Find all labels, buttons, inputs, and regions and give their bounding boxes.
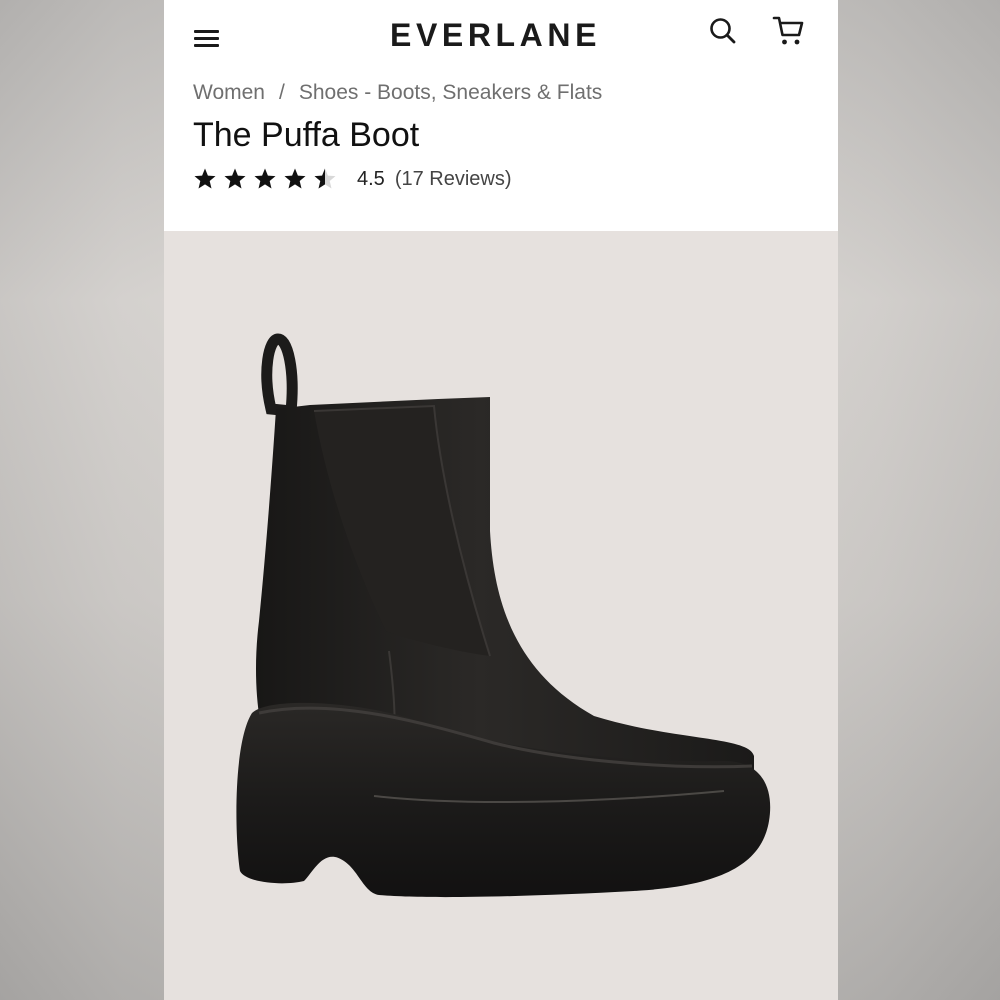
hamburger-menu-icon xyxy=(194,30,219,33)
boot-image xyxy=(236,333,771,898)
search-icon xyxy=(710,18,736,44)
product-image[interactable] xyxy=(164,231,838,1000)
blurred-background-right xyxy=(838,0,1000,1000)
search-button[interactable] xyxy=(709,17,737,45)
breadcrumb: Women / Shoes - Boots, Sneakers & Flats xyxy=(193,80,602,106)
star-full-icon xyxy=(284,168,306,189)
product-title: The Puffa Boot xyxy=(193,116,420,154)
star-full-icon xyxy=(194,168,216,189)
breadcrumb-item-shoes[interactable]: Shoes - Boots, Sneakers & Flats xyxy=(299,81,602,105)
brand-logo[interactable]: EVERLANE xyxy=(390,16,626,54)
rating-value: 4.5 xyxy=(357,167,385,190)
star-half-icon xyxy=(314,168,336,189)
review-count-link[interactable]: (17 Reviews) xyxy=(395,168,512,191)
product-rating[interactable]: 4.5 (17 Reviews) xyxy=(193,166,512,192)
star-full-icon xyxy=(224,168,246,189)
page-header: EVERLANE Women / Shoes - Boots, Sneakers… xyxy=(164,0,838,231)
breadcrumb-separator: / xyxy=(278,81,285,104)
cart-button[interactable] xyxy=(772,15,806,47)
star-rating xyxy=(193,167,343,191)
blurred-background-left xyxy=(0,0,164,1000)
star-full-icon xyxy=(254,168,276,189)
menu-button[interactable] xyxy=(194,28,220,50)
cart-icon xyxy=(772,16,804,45)
breadcrumb-item-women[interactable]: Women xyxy=(193,81,265,105)
product-page: EVERLANE Women / Shoes - Boots, Sneakers… xyxy=(164,0,838,1000)
